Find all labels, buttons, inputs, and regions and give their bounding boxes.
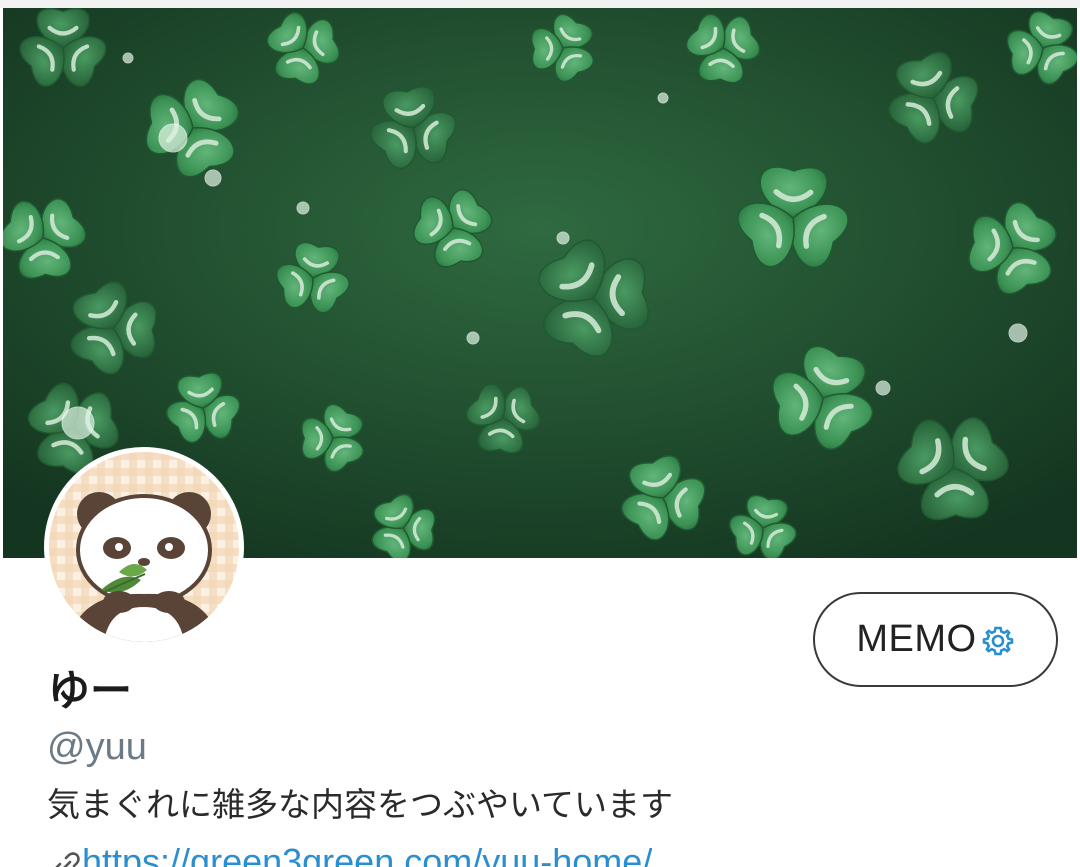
- profile-link[interactable]: https://green3green.com/yuu-home/: [82, 844, 652, 867]
- profile-bio: 気まぐれに雑多な内容をつぶやいています: [47, 785, 674, 824]
- user-handle: @yuu: [47, 726, 147, 768]
- gear-icon: [981, 624, 1015, 658]
- panda-avatar-image: [49, 452, 239, 642]
- profile-avatar[interactable]: [44, 447, 244, 647]
- memo-button-label: MEMO: [856, 618, 977, 660]
- profile-link-row: https://green3green.com/yuu-home/: [52, 840, 652, 867]
- status-strip: [0, 0, 1080, 8]
- memo-button[interactable]: MEMO: [813, 592, 1058, 687]
- display-name: ゆー: [48, 666, 133, 715]
- link-icon: [52, 850, 82, 867]
